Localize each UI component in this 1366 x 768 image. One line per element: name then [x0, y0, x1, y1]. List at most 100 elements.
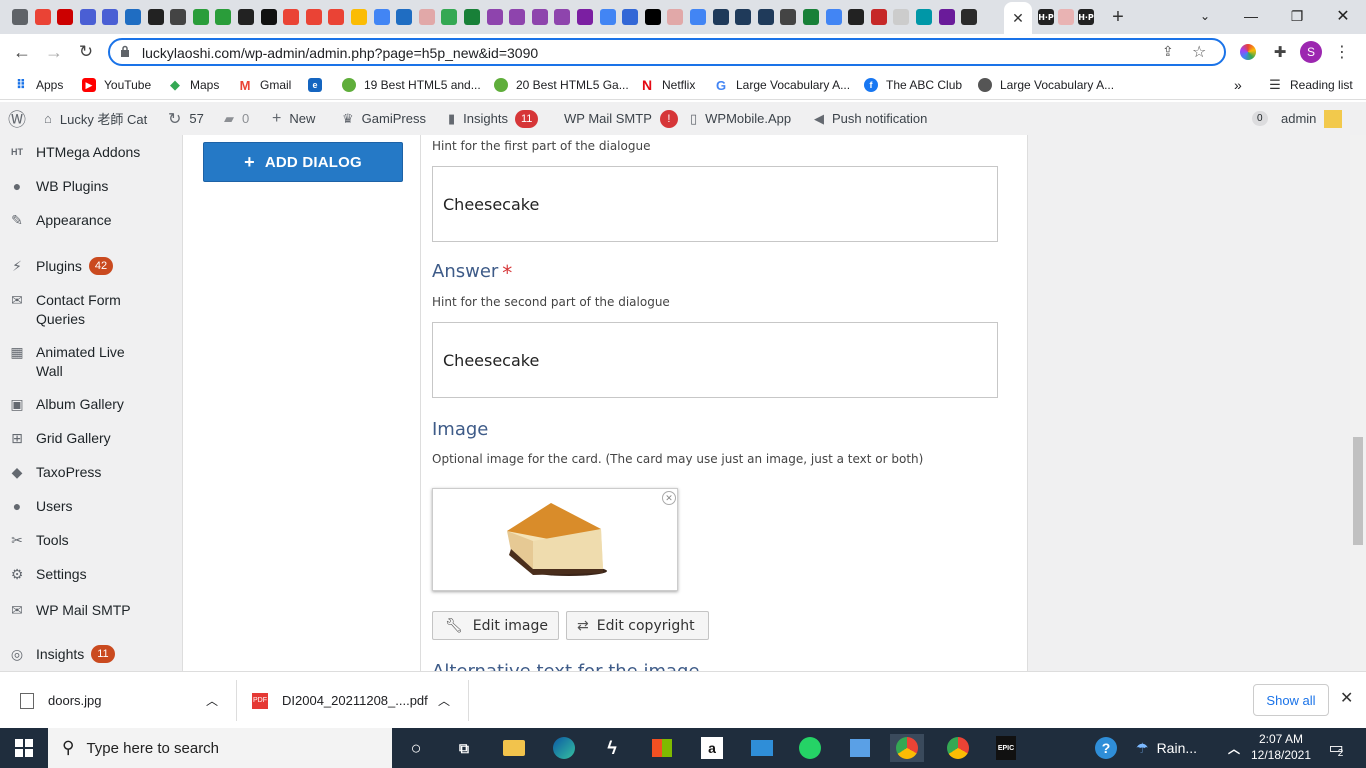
weather-widget[interactable]: ☂ Rain...: [1136, 734, 1206, 762]
bookmark-abc-club[interactable]: f The ABC Club: [864, 76, 962, 94]
reading-list-button[interactable]: ☰ Reading list: [1268, 76, 1353, 94]
bookmark-e-icon[interactable]: e: [308, 76, 330, 94]
sidebar-item-tools[interactable]: ✂ Tools: [8, 531, 151, 550]
app-icon[interactable]: ϟ: [598, 734, 626, 762]
wpmobile-link[interactable]: ▯ WPMobile.App: [690, 102, 791, 135]
tab-favicon[interactable]: [33, 7, 53, 27]
image-preview[interactable]: ✕: [432, 488, 678, 591]
user-menu[interactable]: admin: [1281, 102, 1343, 135]
edge-icon[interactable]: [550, 734, 578, 762]
sidebar-item-insights[interactable]: ◎ Insights 11: [8, 645, 115, 664]
tab-favicon[interactable]: [959, 7, 979, 27]
bookmark-youtube[interactable]: ▶ YouTube: [82, 76, 151, 94]
tab-favicon[interactable]: [259, 7, 279, 27]
address-bar[interactable]: luckylaoshi.com/wp-admin/admin.php?page=…: [108, 38, 1226, 66]
menu-dots-icon[interactable]: ⋮: [1330, 40, 1354, 64]
tab-favicon[interactable]: [756, 7, 776, 27]
help-icon[interactable]: ?: [1092, 734, 1120, 762]
bookmark-gmail[interactable]: M Gmail: [238, 76, 292, 94]
sidebar-item-taxopress[interactable]: ◆ TaxoPress: [8, 463, 151, 482]
reload-button[interactable]: ↻: [74, 40, 98, 64]
close-tab-icon[interactable]: ✕: [1012, 10, 1024, 27]
extensions-puzzle-icon[interactable]: ✚: [1268, 40, 1292, 64]
bookmark-star-icon[interactable]: ☆: [1192, 42, 1206, 62]
sidebar-item-contact-form-queries[interactable]: ✉ Contact Form Queries: [8, 291, 151, 329]
site-name-link[interactable]: ⌂ Lucky 老師 Cat: [44, 102, 147, 135]
extension-icon[interactable]: [1236, 40, 1260, 64]
tab-favicon[interactable]: [10, 7, 30, 27]
taskbar-search[interactable]: ⚲ Type here to search: [48, 728, 392, 768]
tab-favicon[interactable]: [417, 7, 437, 27]
bookmark-html5-1[interactable]: 19 Best HTML5 and...: [342, 76, 481, 94]
more-bookmarks-icon[interactable]: »: [1234, 76, 1242, 94]
minimize-button[interactable]: —: [1228, 0, 1274, 32]
notification-count[interactable]: 0: [1252, 102, 1268, 135]
new-content-link[interactable]: + New: [272, 102, 315, 135]
tab-favicon[interactable]: [665, 7, 685, 27]
sidebar-item-album-gallery[interactable]: ▣ Album Gallery: [8, 395, 151, 414]
clock[interactable]: 2:07 AM 12/18/2021: [1248, 731, 1314, 763]
bookmark-maps[interactable]: ◆ Maps: [168, 76, 219, 94]
task-view-icon[interactable]: ⧉: [450, 734, 478, 762]
tab-favicon[interactable]: [711, 7, 731, 27]
tab-favicon[interactable]: [326, 7, 346, 27]
sidebar-item-settings[interactable]: ⚙ Settings: [8, 565, 151, 584]
wp-mail-smtp-link[interactable]: WP Mail SMTP!: [564, 102, 678, 135]
tab-favicon[interactable]: [304, 7, 324, 27]
windows-start-icon[interactable]: [10, 734, 38, 762]
bookmark-apps[interactable]: ⠿ Apps: [14, 76, 63, 94]
sidebar-item-wp-mail-smtp[interactable]: ✉ WP Mail SMTP: [8, 601, 151, 620]
chevron-up-icon[interactable]: ︿: [206, 692, 218, 709]
edit-copyright-button[interactable]: ⇄ Edit copyright: [566, 611, 709, 640]
updates-link[interactable]: ↻ 57: [168, 102, 204, 135]
tab-favicon[interactable]: [146, 7, 166, 27]
tab-favicon[interactable]: [552, 7, 572, 27]
chevron-up-icon[interactable]: ︿: [1220, 734, 1248, 762]
sidebar-item-wb-plugins[interactable]: ● WB Plugins: [8, 177, 151, 196]
chrome-icon[interactable]: [890, 734, 924, 762]
sidebar-item-animated-live-wall[interactable]: ▦ Animated Live Wall: [8, 343, 151, 381]
photos-icon[interactable]: [846, 734, 874, 762]
chrome-profile-icon[interactable]: [944, 734, 972, 762]
download-item-doors[interactable]: doors.jpg ︿: [20, 672, 234, 729]
tab-favicon[interactable]: [168, 7, 188, 27]
tab-favicon[interactable]: [846, 7, 866, 27]
tab-favicon[interactable]: [439, 7, 459, 27]
close-window-button[interactable]: ✕: [1320, 0, 1366, 32]
tab-favicon[interactable]: [778, 7, 798, 27]
tab-favicon[interactable]: [575, 7, 595, 27]
new-tab-button[interactable]: +: [1108, 6, 1128, 28]
epic-games-icon[interactable]: EPIC: [992, 734, 1020, 762]
insights-link[interactable]: ▮ Insights 11: [448, 102, 539, 135]
edit-image-button[interactable]: 🔧︎ Edit image: [432, 611, 559, 640]
bookmark-vocab-1[interactable]: G Large Vocabulary A...: [714, 76, 850, 94]
tab-favicon[interactable]: [869, 7, 889, 27]
tab-favicon[interactable]: [213, 7, 233, 27]
tab-favicon[interactable]: [891, 7, 911, 27]
download-item-pdf[interactable]: PDF DI2004_20211208_....pdf ︿: [252, 672, 466, 729]
back-button[interactable]: ←: [10, 40, 34, 64]
tab-favicon[interactable]: [123, 7, 143, 27]
tab-favicon[interactable]: [620, 7, 640, 27]
tab-favicon[interactable]: [281, 7, 301, 27]
bookmark-vocab-2[interactable]: Large Vocabulary A...: [978, 76, 1114, 94]
sidebar-item-users[interactable]: ● Users: [8, 497, 151, 516]
maximize-button[interactable]: ❐: [1274, 0, 1320, 32]
push-notification-link[interactable]: ◀ Push notification: [814, 102, 927, 135]
tab-favicon[interactable]: [191, 7, 211, 27]
amazon-icon[interactable]: a: [698, 734, 726, 762]
tab-favicon[interactable]: [349, 7, 369, 27]
notifications-icon[interactable]: ▭ 2: [1322, 734, 1350, 762]
tab-hp-2[interactable]: H·P: [1076, 7, 1096, 27]
cortana-icon[interactable]: ○: [402, 734, 430, 762]
tab-favicon[interactable]: [485, 7, 505, 27]
tab-favicon[interactable]: [100, 7, 120, 27]
tab-favicon[interactable]: [462, 7, 482, 27]
tab-favicon[interactable]: [801, 7, 821, 27]
gamipress-link[interactable]: ♛ GamiPress: [342, 102, 426, 135]
tab-favicon[interactable]: [824, 7, 844, 27]
show-all-button[interactable]: Show all: [1253, 684, 1329, 716]
page-scrollbar[interactable]: [1350, 135, 1366, 671]
add-dialog-button[interactable]: + ADD DIALOG: [203, 142, 403, 182]
tab-favicon[interactable]: [507, 7, 527, 27]
